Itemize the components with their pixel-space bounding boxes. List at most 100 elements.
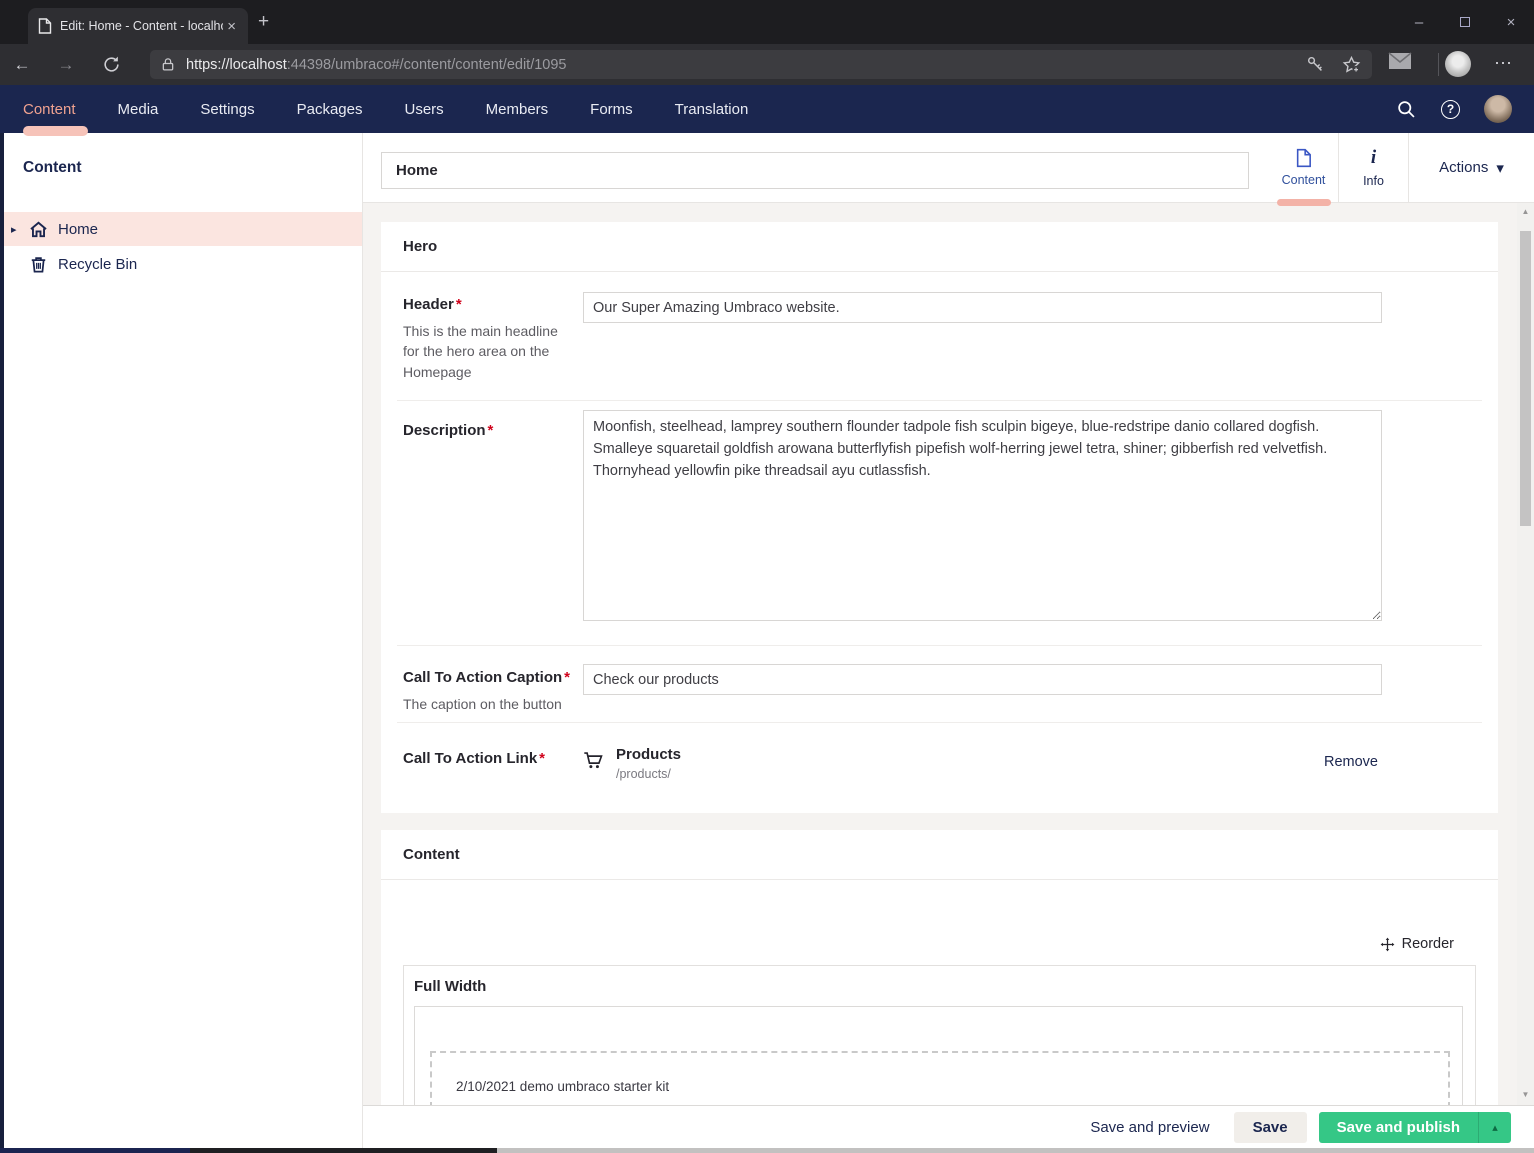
content-tree-sidebar: Content Home Recycle Bin (0, 133, 362, 1153)
field-row-header: Header* This is the main headline for th… (381, 272, 1498, 400)
document-scroll-area: Hero Header* This is the main headline f… (363, 203, 1534, 1105)
search-icon[interactable] (1396, 99, 1417, 120)
link-title[interactable]: Products (616, 746, 681, 763)
link-url: /products/ (616, 767, 681, 781)
actions-label: Actions (1439, 159, 1488, 176)
window-maximize-button[interactable] (1442, 14, 1488, 31)
field-row-description: Description* Moonfish, steelhead, lampre… (381, 400, 1498, 645)
address-bar[interactable]: https://localhost:44398/umbraco#/content… (150, 50, 1372, 79)
field-label: Call To Action Link* (403, 750, 573, 767)
editor-header: Content Info Actions (363, 133, 1534, 203)
key-icon[interactable] (1306, 55, 1325, 74)
favorite-star-icon[interactable] (1341, 55, 1362, 75)
linked-page-item[interactable]: Products /products/ (583, 746, 681, 781)
document-name-input[interactable] (381, 152, 1249, 189)
back-button[interactable] (0, 55, 44, 75)
field-label: Header* (403, 296, 573, 313)
publish-split-caret[interactable] (1478, 1112, 1511, 1143)
nav-item-members[interactable]: Members (486, 101, 549, 118)
url-path: :44398/umbraco#/content/content/edit/109… (287, 57, 567, 73)
field-row-cta-caption: Call To Action Caption* The caption on t… (381, 645, 1498, 722)
taskbar-segment (190, 1148, 497, 1153)
new-tab-button[interactable] (258, 12, 269, 31)
umbraco-top-nav: Content Media Settings Packages Users Me… (0, 85, 1534, 133)
nav-item-users[interactable]: Users (404, 101, 443, 118)
taskbar-edge (0, 1148, 1534, 1153)
field-description: This is the main headline for the hero a… (403, 321, 573, 382)
field-label: Description* (403, 422, 573, 439)
toolbar-divider (1438, 53, 1439, 76)
help-icon[interactable] (1441, 100, 1460, 119)
block-item-label: 2/10/2021 demo umbraco starter kit (456, 1079, 669, 1094)
window-left-edge (0, 133, 4, 1148)
group-title-hero: Hero (403, 238, 437, 255)
header-input[interactable] (583, 292, 1382, 323)
tree-item-label: Recycle Bin (58, 256, 137, 273)
required-asterisk: * (539, 750, 545, 767)
refresh-icon[interactable] (102, 55, 121, 74)
forward-button[interactable] (44, 55, 88, 75)
field-label: Call To Action Caption* (403, 669, 573, 686)
browser-tab[interactable]: Edit: Home - Content - localhost (28, 8, 248, 44)
tab-close-icon[interactable] (223, 18, 240, 35)
hero-group-card: Hero Header* This is the main headline f… (381, 222, 1498, 813)
full-width-block[interactable]: Full Width 2/10/2021 demo umbraco starte… (403, 965, 1476, 1105)
cart-icon (583, 750, 604, 771)
tree-item-home[interactable]: Home (0, 212, 362, 246)
scroll-up-icon[interactable] (1517, 207, 1534, 216)
scrollbar-thumb[interactable] (1520, 231, 1531, 526)
required-asterisk: * (488, 422, 494, 439)
description-textarea[interactable]: Moonfish, steelhead, lamprey southern fl… (583, 410, 1382, 621)
chevron-up-icon (1492, 1121, 1498, 1134)
tree-item-recycle-bin[interactable]: Recycle Bin (0, 246, 362, 283)
user-avatar[interactable] (1484, 95, 1512, 123)
save-and-publish-label: Save and publish (1319, 1112, 1478, 1143)
block-editor-area: 2/10/2021 demo umbraco starter kit (414, 1006, 1463, 1105)
taskbar-segment (0, 1148, 190, 1153)
expand-caret-icon[interactable] (11, 223, 17, 236)
nav-item-settings[interactable]: Settings (200, 101, 254, 118)
tab-label: Content (1282, 173, 1326, 187)
save-and-publish-button[interactable]: Save and publish (1319, 1112, 1511, 1143)
url-text: https://localhost:44398/umbraco#/content… (186, 57, 1298, 73)
home-icon (29, 220, 48, 239)
taskbar-segment (497, 1148, 1534, 1153)
maximize-icon (1460, 17, 1470, 27)
page-favicon-icon (38, 18, 52, 34)
block-item[interactable]: 2/10/2021 demo umbraco starter kit (430, 1051, 1450, 1105)
browser-profile-avatar[interactable] (1445, 51, 1471, 77)
reorder-label: Reorder (1402, 936, 1454, 952)
browser-toolbar: https://localhost:44398/umbraco#/content… (0, 44, 1534, 85)
nav-item-packages[interactable]: Packages (297, 101, 363, 118)
window-close-button[interactable] (1488, 14, 1534, 31)
block-title: Full Width (414, 978, 486, 995)
save-and-preview-button[interactable]: Save and preview (1090, 1119, 1209, 1136)
editor-footer: Save and preview Save Save and publish (363, 1105, 1534, 1148)
remove-link-button[interactable]: Remove (1324, 754, 1378, 770)
field-description: The caption on the button (403, 694, 573, 714)
nav-item-forms[interactable]: Forms (590, 101, 633, 118)
nav-item-translation[interactable]: Translation (675, 101, 749, 118)
url-host: https://localhost (186, 57, 287, 73)
actions-dropdown[interactable]: Actions (1409, 133, 1534, 202)
browser-tab-strip: Edit: Home - Content - localhost (0, 0, 1534, 44)
vertical-scrollbar[interactable] (1517, 203, 1534, 1105)
reorder-button[interactable]: Reorder (1380, 936, 1454, 952)
editor-main-area: Content Info Actions Hero (362, 133, 1534, 1153)
active-nav-underline (23, 126, 88, 136)
save-button[interactable]: Save (1234, 1112, 1307, 1143)
cta-caption-input[interactable] (583, 664, 1382, 695)
nav-item-media[interactable]: Media (118, 101, 159, 118)
required-asterisk: * (564, 669, 570, 686)
tab-info[interactable]: Info (1339, 133, 1408, 202)
scroll-down-icon[interactable] (1517, 1090, 1534, 1099)
chevron-down-icon (1496, 159, 1504, 177)
tab-content[interactable]: Content (1269, 133, 1338, 202)
info-icon (1371, 147, 1376, 169)
nav-item-content[interactable]: Content (23, 101, 76, 118)
browser-tab-title: Edit: Home - Content - localhost (60, 19, 223, 33)
lock-icon[interactable] (160, 56, 176, 73)
browser-menu-icon[interactable] (1494, 53, 1513, 74)
mail-extension-icon[interactable] (1388, 52, 1412, 70)
window-minimize-button[interactable] (1396, 14, 1442, 31)
